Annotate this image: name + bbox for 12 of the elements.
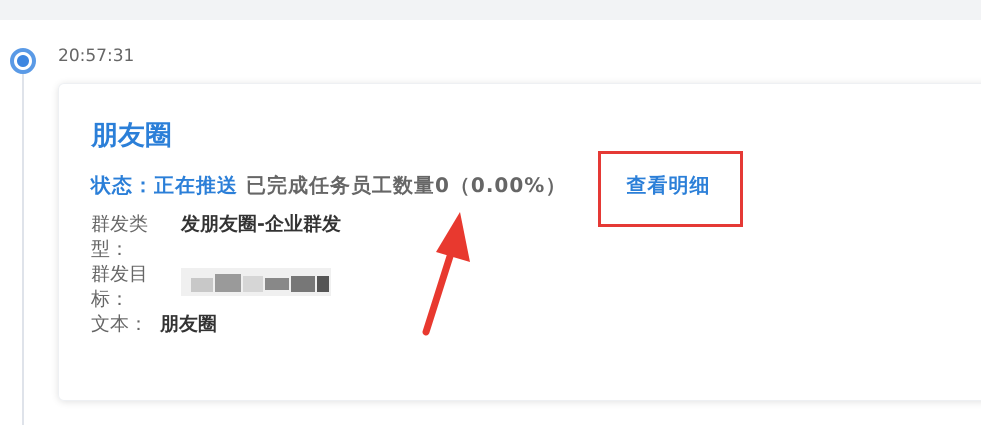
status-value: 正在推送 bbox=[154, 172, 238, 198]
view-details-link[interactable]: 查看明细 bbox=[626, 172, 710, 198]
field-label: 群发目标： bbox=[91, 262, 149, 312]
progress-text: 已完成任务员工数量0（0.00%） bbox=[246, 172, 566, 198]
card-title: 朋友圈 bbox=[91, 119, 173, 153]
field-value: 发朋友圈-企业群发 bbox=[181, 212, 341, 237]
timestamp: 20:57:31 bbox=[58, 45, 136, 68]
field-value: 朋友圈 bbox=[160, 312, 217, 337]
field-label: 群发类型： bbox=[91, 212, 149, 262]
timeline-dot bbox=[10, 48, 36, 74]
status-label: 状态： bbox=[91, 172, 154, 198]
field-label: 文本： bbox=[91, 312, 148, 337]
